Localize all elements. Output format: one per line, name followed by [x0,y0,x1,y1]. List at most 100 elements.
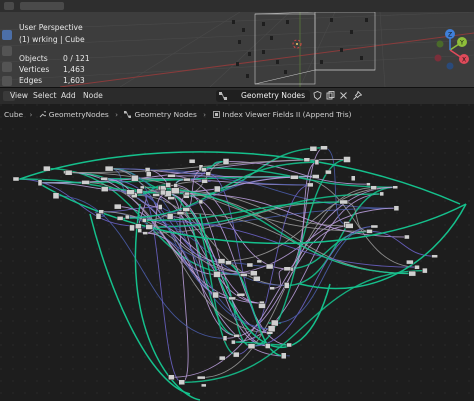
node[interactable] [167,174,176,178]
node[interactable] [98,209,105,214]
node[interactable] [145,224,154,230]
node[interactable] [379,191,384,197]
node-tree-selector[interactable]: Geometry Nodes [216,90,310,102]
node[interactable] [325,169,332,175]
node[interactable] [166,213,174,220]
node[interactable] [406,259,414,265]
node[interactable] [214,185,221,193]
editor-type-icon[interactable] [4,2,14,10]
node[interactable] [250,270,258,277]
fake-user-shield-icon[interactable] [313,91,322,100]
node[interactable] [253,275,261,282]
node[interactable] [213,271,221,278]
node[interactable] [201,383,207,388]
node[interactable] [81,180,90,185]
close-icon[interactable] [339,91,348,100]
node[interactable] [271,319,279,327]
node[interactable] [370,224,379,229]
menu-view[interactable]: View [10,91,28,100]
node[interactable] [233,333,240,338]
node[interactable] [168,374,175,380]
node[interactable] [152,193,160,197]
node[interactable] [392,185,398,190]
node[interactable] [95,213,102,220]
3d-viewport[interactable]: User Perspective (1) wrking | Cube Objec… [0,0,474,87]
node[interactable] [404,234,410,240]
node[interactable] [212,291,219,299]
object-mode-dropdown[interactable] [20,2,64,10]
node[interactable] [43,165,51,172]
node[interactable] [116,216,124,221]
rotate-tool-icon[interactable] [2,76,12,86]
node[interactable] [290,175,299,180]
pin-icon[interactable] [353,91,362,100]
node[interactable] [37,179,43,187]
node[interactable] [408,270,416,277]
node[interactable] [64,169,73,176]
node-graph[interactable] [0,104,474,401]
node[interactable] [225,260,232,265]
node[interactable] [196,375,206,380]
node[interactable] [131,174,139,182]
node[interactable] [422,267,428,274]
node[interactable] [141,218,147,223]
node[interactable] [366,182,371,186]
node[interactable] [52,192,60,199]
node[interactable] [139,185,145,190]
node[interactable] [431,254,438,258]
node[interactable] [370,185,377,190]
node[interactable] [165,182,171,188]
node[interactable] [256,259,263,264]
node[interactable] [228,296,236,301]
node[interactable] [146,171,152,177]
node[interactable] [343,156,351,163]
node[interactable] [222,158,230,165]
node[interactable] [129,224,135,232]
node[interactable] [157,204,163,210]
node[interactable] [100,176,108,181]
node[interactable] [345,223,354,229]
node[interactable] [414,264,420,270]
node[interactable] [178,379,186,385]
node[interactable] [104,165,114,172]
node[interactable] [312,174,320,179]
node[interactable] [142,231,148,235]
move-tool-icon[interactable] [2,62,12,72]
node[interactable] [393,205,400,211]
node[interactable] [366,229,373,234]
node[interactable] [217,258,226,264]
node[interactable] [309,146,318,152]
node[interactable] [314,159,320,165]
node[interactable] [160,189,166,196]
node[interactable] [258,303,266,309]
select-tool-icon[interactable] [2,30,12,40]
copy-icon[interactable] [326,91,335,100]
node-editor-canvas[interactable]: Cube › GeometryNodes › Geometry Nodes › … [0,104,474,401]
node[interactable] [246,262,254,268]
node[interactable] [205,171,212,177]
node[interactable] [303,157,311,162]
node[interactable] [351,175,356,182]
node[interactable] [201,179,208,184]
node[interactable] [184,191,190,196]
node[interactable] [320,145,328,150]
node[interactable] [247,343,256,349]
node[interactable] [167,196,175,200]
node[interactable] [182,207,191,212]
node[interactable] [233,351,240,358]
node[interactable] [114,203,122,210]
node[interactable] [136,188,144,195]
node[interactable] [222,335,228,342]
node[interactable] [188,159,196,164]
node[interactable] [240,273,248,277]
node[interactable] [265,343,271,349]
menu-node[interactable]: Node [83,91,103,100]
node[interactable] [176,211,185,215]
node[interactable] [339,199,348,205]
node[interactable] [267,325,276,333]
node[interactable] [307,182,314,188]
node[interactable] [135,223,142,229]
node[interactable] [218,355,226,361]
navigation-gizmo[interactable]: Y X Z [428,28,472,72]
node[interactable] [269,286,275,291]
